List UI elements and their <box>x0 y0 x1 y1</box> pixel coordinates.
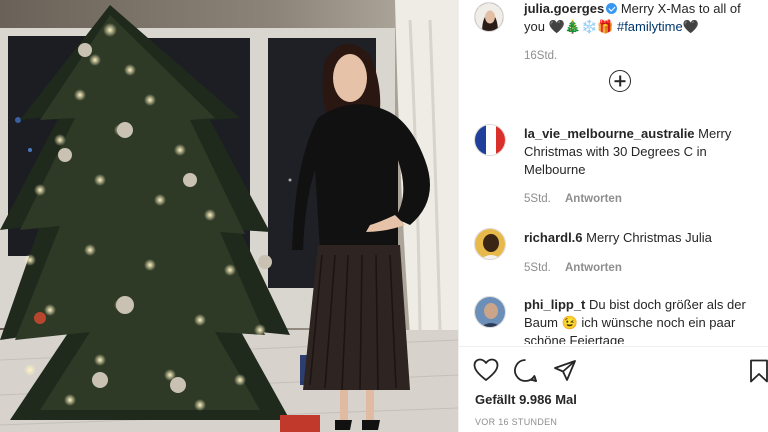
comment-1: la_vie_melbourne_australie Merry Christm… <box>524 125 759 179</box>
post-photo <box>0 0 458 432</box>
comment-avatar-2[interactable] <box>474 228 506 260</box>
comment-2: richardl.6 Merry Christmas Julia <box>524 229 759 247</box>
comment-3: phi_lipp_t Du bist doch größer als der B… <box>524 296 759 344</box>
share-icon[interactable] <box>553 359 577 383</box>
comment-avatar-3[interactable] <box>474 296 506 328</box>
comment-1-reply-button[interactable]: Antworten <box>565 193 622 205</box>
christmas-tree-photo <box>0 0 458 432</box>
comment-3-clip: phi_lipp_t Du bist doch größer als der B… <box>524 296 759 344</box>
post-age: 16Std. <box>524 50 558 62</box>
post-timestamp[interactable]: VOR 16 STUNDEN <box>475 417 557 427</box>
comment-3-user[interactable]: phi_lipp_t <box>524 297 585 312</box>
author-username[interactable]: julia.goerges <box>524 1 604 16</box>
comment-2-age: 5Std. <box>524 262 551 274</box>
comment-icon[interactable] <box>513 358 538 383</box>
post-caption: julia.goerges Merry X-Mas to all of you … <box>524 0 759 36</box>
actions-divider <box>459 346 768 347</box>
bookmark-icon[interactable] <box>749 359 768 383</box>
likes-count[interactable]: Gefällt 9.986 Mal <box>475 392 577 407</box>
post-side-panel: julia.goerges Merry X-Mas to all of you … <box>458 0 768 432</box>
comment-1-age: 5Std. <box>524 193 551 205</box>
caption-emojis: 🖤🎄❄️🎁 <box>548 19 614 34</box>
comment-2-reply-button[interactable]: Antworten <box>565 262 622 274</box>
caption-hashtag[interactable]: #familytime <box>617 19 683 34</box>
comment-2-user[interactable]: richardl.6 <box>524 230 583 245</box>
plus-circle-icon[interactable] <box>609 70 631 92</box>
comment-1-user[interactable]: la_vie_melbourne_australie <box>524 126 695 141</box>
comment-2-text: Merry Christmas Julia <box>586 230 712 245</box>
verified-badge-icon <box>606 3 618 14</box>
hashtag-emoji: 🖤 <box>682 19 699 34</box>
comment-avatar-1[interactable] <box>474 124 506 156</box>
author-avatar[interactable] <box>474 2 504 32</box>
heart-icon[interactable] <box>473 358 499 382</box>
